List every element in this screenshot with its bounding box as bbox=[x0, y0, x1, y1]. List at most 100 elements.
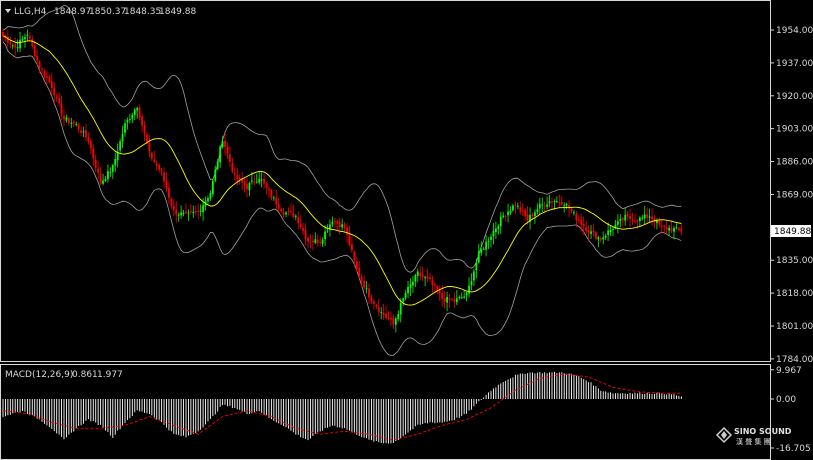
candle bbox=[246, 177, 248, 198]
candle bbox=[43, 69, 46, 80]
candle bbox=[414, 273, 417, 288]
candle bbox=[75, 121, 78, 127]
candle bbox=[148, 134, 151, 158]
candle-body bbox=[194, 211, 197, 213]
candle bbox=[370, 294, 373, 304]
candle bbox=[229, 146, 231, 167]
candle bbox=[224, 133, 226, 156]
candle bbox=[616, 214, 619, 234]
candle bbox=[433, 282, 436, 293]
candle-body bbox=[163, 172, 165, 182]
candle-body bbox=[573, 212, 575, 214]
candle bbox=[602, 231, 605, 245]
price-plot-area[interactable] bbox=[2, 5, 683, 356]
candle-body bbox=[377, 307, 380, 312]
candle bbox=[624, 207, 627, 226]
candle-body bbox=[2, 31, 4, 36]
candle bbox=[319, 236, 322, 247]
candle bbox=[494, 221, 497, 239]
dropdown-triangle-icon[interactable] bbox=[5, 9, 11, 13]
candle-body bbox=[38, 61, 41, 69]
candle bbox=[258, 171, 261, 185]
candle-body bbox=[538, 203, 541, 209]
candle-body bbox=[660, 225, 663, 227]
candle-body bbox=[221, 141, 224, 148]
candle-body bbox=[107, 171, 109, 180]
candle bbox=[99, 167, 102, 186]
candle-body bbox=[231, 162, 234, 172]
candle-body bbox=[438, 290, 441, 294]
candle bbox=[638, 216, 641, 227]
candle bbox=[641, 214, 644, 221]
candle bbox=[287, 207, 290, 216]
candle-body bbox=[304, 230, 307, 239]
candle bbox=[255, 173, 258, 184]
candle bbox=[285, 211, 287, 218]
candle-body bbox=[155, 163, 158, 166]
candle-body bbox=[507, 211, 509, 216]
candle-body bbox=[599, 238, 602, 241]
candle bbox=[629, 208, 631, 228]
candle bbox=[107, 164, 109, 183]
candle bbox=[421, 266, 424, 282]
candle bbox=[97, 161, 100, 180]
candle-body bbox=[568, 204, 570, 209]
candle bbox=[577, 214, 580, 224]
candle-body bbox=[280, 208, 283, 212]
price-tick-label: 1920.00 bbox=[776, 92, 813, 102]
candle bbox=[243, 177, 246, 193]
candle-body bbox=[443, 298, 446, 302]
candle bbox=[87, 132, 90, 145]
candle-body bbox=[577, 219, 580, 221]
candle bbox=[82, 126, 85, 137]
candle-body bbox=[480, 249, 483, 253]
candle-body bbox=[668, 227, 671, 231]
macd-tick-label: 9.967 bbox=[776, 366, 802, 376]
candle bbox=[424, 275, 427, 287]
candle-body bbox=[136, 107, 139, 111]
price-tick-label: 1937.00 bbox=[776, 59, 813, 69]
candle-body bbox=[355, 261, 358, 270]
candle bbox=[26, 29, 29, 42]
candle bbox=[104, 175, 107, 182]
macd-plot-area[interactable] bbox=[2, 371, 682, 444]
candle-body bbox=[238, 178, 241, 180]
candle-body bbox=[629, 215, 631, 219]
candle-body bbox=[121, 133, 124, 142]
candle-body bbox=[546, 204, 549, 207]
candle-body bbox=[485, 241, 488, 250]
candle bbox=[621, 216, 624, 228]
candle bbox=[429, 272, 431, 282]
candle bbox=[448, 293, 451, 308]
candle-body bbox=[370, 297, 373, 302]
candle-body bbox=[416, 271, 419, 276]
candle bbox=[14, 37, 17, 56]
candle bbox=[309, 234, 312, 249]
candle bbox=[292, 204, 295, 219]
candle bbox=[570, 207, 573, 214]
candle bbox=[646, 207, 649, 224]
candle bbox=[585, 221, 588, 234]
candle bbox=[541, 197, 544, 212]
candle bbox=[70, 117, 73, 129]
candle bbox=[507, 203, 509, 223]
price-tick-label: 1818.00 bbox=[776, 289, 813, 299]
candle-body bbox=[63, 115, 65, 120]
candle-body bbox=[448, 298, 451, 300]
candle bbox=[531, 212, 534, 219]
candle bbox=[497, 224, 500, 235]
candle-body bbox=[555, 200, 558, 202]
candle-body bbox=[126, 120, 129, 123]
candle bbox=[60, 95, 63, 121]
candle bbox=[77, 122, 80, 133]
candle bbox=[609, 225, 612, 236]
candle-body bbox=[99, 173, 102, 184]
candle bbox=[311, 234, 314, 251]
candle bbox=[519, 201, 522, 215]
candle-body bbox=[250, 180, 253, 182]
candle-body bbox=[148, 142, 151, 152]
candle bbox=[499, 211, 502, 234]
candle bbox=[36, 49, 39, 65]
candle bbox=[260, 172, 263, 188]
candle bbox=[607, 222, 610, 242]
